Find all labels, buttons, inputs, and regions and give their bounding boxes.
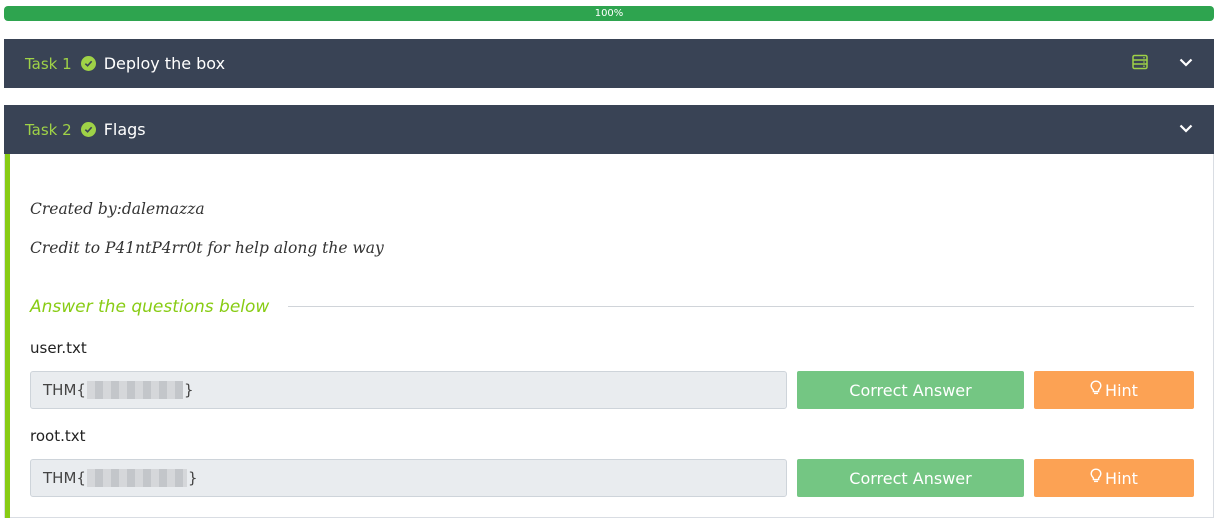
progress-label: 100% bbox=[594, 8, 624, 19]
lightbulb-icon bbox=[1090, 380, 1102, 400]
question-label: user.txt bbox=[30, 339, 87, 357]
answer-field[interactable]: THM{ } bbox=[30, 371, 787, 409]
redacted-flag bbox=[86, 469, 187, 487]
task-title: Flags bbox=[103, 120, 146, 139]
redacted-flag bbox=[86, 381, 183, 399]
answer-heading: Answer the questions below bbox=[30, 297, 270, 317]
task-number: Task 1 bbox=[25, 54, 72, 73]
lightbulb-icon bbox=[1090, 468, 1102, 488]
task-1-header[interactable]: Task 1 Deploy the box bbox=[4, 39, 1214, 88]
task-title: Deploy the box bbox=[103, 54, 226, 73]
task-number: Task 2 bbox=[25, 120, 72, 139]
answer-field[interactable]: THM{ } bbox=[30, 459, 787, 497]
hint-label: Hint bbox=[1105, 380, 1138, 400]
created-by-text: Created by:dalemazza bbox=[30, 200, 205, 218]
hint-label: Hint bbox=[1105, 468, 1138, 488]
task-accent-bar bbox=[5, 154, 10, 518]
answer-prefix: THM{ bbox=[43, 469, 86, 487]
question-label: root.txt bbox=[30, 427, 86, 445]
chevron-down-icon[interactable] bbox=[1178, 120, 1194, 140]
progress-fill: 100% bbox=[4, 6, 1214, 21]
chevron-down-icon[interactable] bbox=[1178, 54, 1194, 74]
progress-bar: 100% bbox=[4, 6, 1214, 21]
server-icon[interactable] bbox=[1132, 54, 1148, 74]
correct-answer-button[interactable]: Correct Answer bbox=[797, 459, 1024, 497]
correct-answer-button[interactable]: Correct Answer bbox=[797, 371, 1024, 409]
check-circle-icon bbox=[80, 122, 96, 137]
answer-suffix: } bbox=[183, 381, 194, 399]
hint-button[interactable]: Hint bbox=[1034, 459, 1194, 497]
check-circle-icon bbox=[80, 56, 96, 71]
task-2-header[interactable]: Task 2 Flags bbox=[4, 105, 1214, 154]
task-2-body: Created by:dalemazza Credit to P41ntP4rr… bbox=[4, 154, 1214, 518]
divider bbox=[288, 306, 1194, 307]
credit-text: Credit to P41ntP4rr0t for help along the… bbox=[30, 239, 384, 257]
answer-suffix: } bbox=[187, 469, 198, 487]
hint-button[interactable]: Hint bbox=[1034, 371, 1194, 409]
answer-prefix: THM{ bbox=[43, 381, 86, 399]
